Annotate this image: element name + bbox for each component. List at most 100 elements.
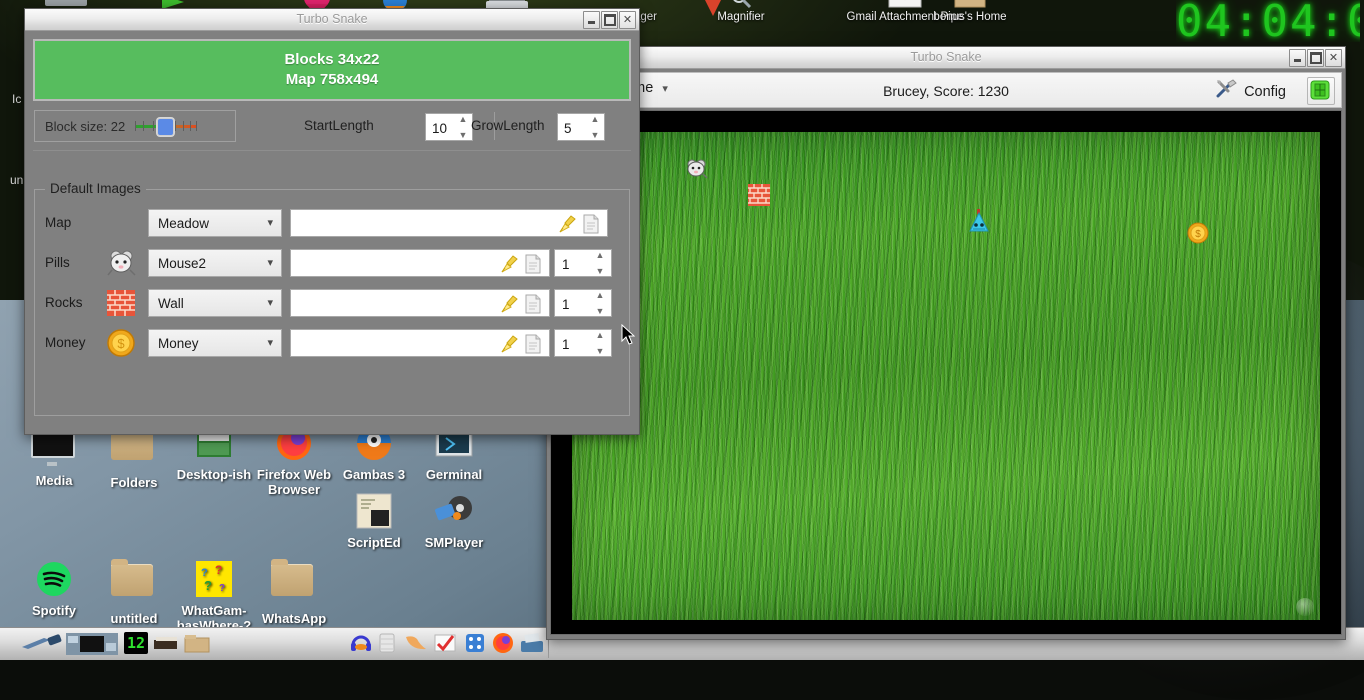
taskbar-media-montage-icon[interactable]	[66, 631, 118, 657]
document-icon[interactable]	[582, 214, 600, 234]
grow-length-stepper[interactable]: ▲ ▼	[589, 115, 601, 140]
money-combo[interactable]: Money ▾	[148, 329, 282, 357]
config-dialog-titlebar[interactable]: Turbo Snake ✕	[25, 9, 639, 31]
money-count-spinbox[interactable]: ▲▼	[554, 329, 612, 358]
map-combo[interactable]: Meadow ▾	[148, 209, 282, 237]
svg-text:$: $	[1195, 229, 1201, 240]
document-icon[interactable]	[524, 294, 542, 314]
tray-scanner-icon[interactable]	[520, 632, 544, 658]
slider-track-left	[135, 125, 160, 128]
tray-banana-icon[interactable]	[404, 633, 428, 659]
taskbar-folder-icon[interactable]	[184, 634, 210, 660]
desktop-icon-smplayer[interactable]: SMPlayer	[414, 488, 494, 550]
rocks-count-input[interactable]	[560, 290, 594, 318]
start-length-input[interactable]	[430, 114, 460, 142]
grid-toggle-button[interactable]	[1307, 77, 1335, 105]
image-row-map: Map Meadow ▾	[36, 208, 628, 238]
money-combo-value: Money	[158, 336, 199, 351]
start-length-stepper[interactable]: ▲ ▼	[457, 115, 469, 140]
desktop-icon-bonus-home[interactable]: bonus's Home	[915, 0, 1025, 24]
block-size-slider[interactable]	[135, 118, 198, 136]
taskbar-workspace-counter[interactable]: 12	[124, 632, 179, 658]
broom-icon[interactable]	[557, 214, 577, 234]
pills-count-stepper[interactable]: ▲ ▼	[594, 251, 606, 276]
config-button[interactable]: Config	[1216, 79, 1286, 104]
maximize-button[interactable]	[1307, 49, 1324, 67]
block-size-group: Block size: 22	[34, 110, 236, 142]
snake-head	[968, 209, 990, 238]
size-controls-row: Block size: 22 StartLength ▲▼	[33, 110, 631, 151]
close-button[interactable]: ✕	[619, 11, 636, 29]
slider-tick	[153, 121, 155, 131]
mouse-pointer	[621, 323, 636, 351]
start-length-spinbox[interactable]: ▲▼	[425, 113, 473, 142]
money-count-stepper[interactable]: ▲ ▼	[594, 331, 606, 356]
config-dialog-body: Blocks 34x22 Map 758x494 Block size: 22	[25, 31, 639, 434]
chevron-down-icon: ▾	[267, 297, 273, 309]
broom-icon[interactable]	[499, 294, 519, 314]
map-info-banner: Blocks 34x22 Map 758x494	[33, 39, 631, 101]
play-area[interactable]: $	[572, 132, 1320, 620]
edge-label-un: un	[10, 173, 24, 187]
watermark-badge	[1296, 598, 1314, 616]
desktop-icon-scripted[interactable]: ScriptEd	[334, 488, 414, 550]
chevron-down-icon: ▾	[267, 337, 273, 349]
slider-tick	[183, 121, 185, 131]
tray-dice-icon[interactable]	[464, 632, 486, 658]
minimize-button[interactable]	[583, 11, 600, 29]
brick-wall-icon	[106, 289, 136, 317]
spotify-icon	[31, 556, 77, 600]
desktop-icon-grid: Media Folders Desktop-ish Firefox Web Br…	[14, 420, 554, 647]
slider-tick	[143, 121, 145, 131]
money-count-input[interactable]	[560, 330, 594, 358]
slider-knob[interactable]	[157, 118, 175, 136]
mouse-icon	[106, 249, 136, 277]
chevron-down-icon: ▾	[267, 217, 273, 229]
tray-firefox-icon[interactable]	[492, 632, 514, 658]
desktop-icon-red-arrow[interactable]	[700, 0, 726, 23]
tray-printer-queue-icon[interactable]	[378, 632, 396, 658]
start-length-label: StartLength	[304, 118, 374, 133]
rocks-path-field[interactable]	[290, 289, 550, 317]
game-window-controls: ✕	[1289, 49, 1342, 67]
money-path-field[interactable]	[290, 329, 550, 357]
desktop-icon-spotify[interactable]: Spotify	[14, 556, 94, 618]
minimize-button[interactable]	[1289, 49, 1306, 67]
broom-icon[interactable]	[499, 334, 519, 354]
rocks-combo[interactable]: Wall ▾	[148, 289, 282, 317]
tray-checkmark-note-icon[interactable]	[434, 632, 456, 658]
play-area-frame: $	[550, 110, 1342, 635]
row-label-map: Map	[45, 215, 72, 230]
document-icon[interactable]	[524, 334, 542, 354]
rocks-count-spinbox[interactable]: ▲▼	[554, 289, 612, 318]
grow-length-input[interactable]	[562, 114, 592, 142]
pills-count-spinbox[interactable]: ▲▼	[554, 249, 612, 278]
svg-text:?: ?	[219, 583, 225, 594]
grow-length-spinbox[interactable]: ▲▼	[557, 113, 605, 142]
whatgambas-icon: ????	[191, 556, 237, 600]
pills-count-input[interactable]	[560, 250, 594, 278]
broom-icon[interactable]	[499, 254, 519, 274]
desktop-icon-whatgambaswhere[interactable]: ???? WhatGam-basWhere-?	[174, 556, 254, 633]
rocks-count-stepper[interactable]: ▲ ▼	[594, 291, 606, 316]
svg-text:?: ?	[215, 563, 222, 577]
row-label-money: Money	[45, 335, 86, 350]
tray-headphones-icon[interactable]	[350, 632, 372, 658]
banner-map-line: Map 758x494	[285, 71, 379, 88]
game-window-title: Turbo Snake	[910, 50, 982, 64]
image-row-money: Money $ Money ▾ 1 ▲ ▼	[36, 328, 628, 358]
tools-icon	[1216, 79, 1238, 104]
chevron-down-icon: ▾	[267, 257, 273, 269]
pills-combo[interactable]: Mouse2 ▾	[148, 249, 282, 277]
slider-tick	[190, 121, 192, 131]
default-images-group-title: Default Images	[45, 181, 146, 196]
document-icon[interactable]	[524, 254, 542, 274]
map-path-field[interactable]	[290, 209, 608, 237]
row-label-rocks: Rocks	[45, 295, 83, 310]
config-dialog-controls: ✕	[583, 11, 636, 29]
game-window-titlebar[interactable]: Turbo Snake ✕	[547, 47, 1345, 69]
pills-path-field[interactable]	[290, 249, 550, 277]
taskbar-wrench-launcher-icon[interactable]	[18, 633, 66, 659]
close-button[interactable]: ✕	[1325, 49, 1342, 67]
maximize-button[interactable]	[601, 11, 618, 29]
